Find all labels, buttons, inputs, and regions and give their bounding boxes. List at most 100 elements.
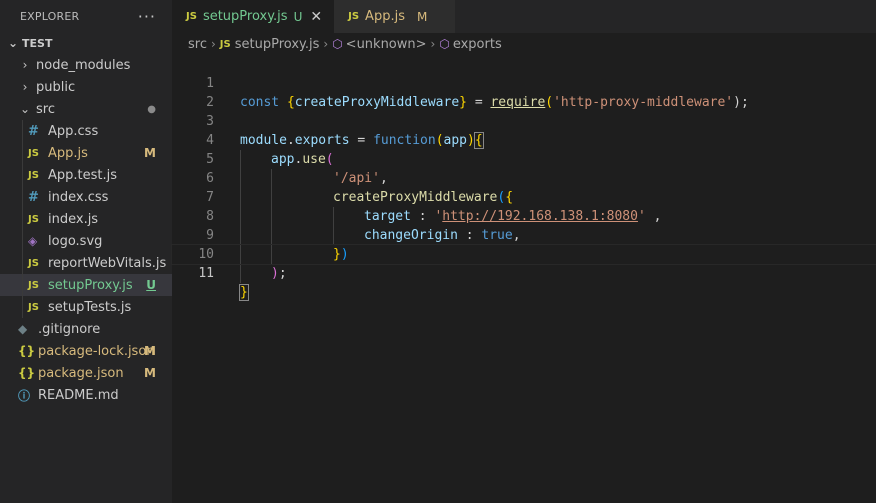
workspace-folder-test[interactable]: ⌄ TEST (0, 32, 172, 54)
tree-item-label: public (36, 79, 76, 95)
more-actions-icon[interactable]: ··· (138, 7, 156, 26)
tab-label: App.js (365, 9, 405, 24)
js-file-icon: JS (28, 169, 39, 181)
code-line: 5 '/api', (172, 131, 876, 188)
js-file-icon: JS (28, 213, 39, 225)
breadcrumb-symbol-exports[interactable]: exports (453, 37, 502, 52)
tree-item[interactable]: JS setupProxy.js U (0, 274, 172, 296)
indent-guide (22, 274, 23, 296)
tree-item-label: App.test.js (48, 167, 118, 183)
code-line: 9 }) (172, 207, 876, 264)
untracked-badge: U (146, 278, 156, 292)
symbol-cube-icon: ⬡ (439, 37, 450, 51)
chevron-right-icon: › (323, 37, 329, 51)
tree-item[interactable]: {} package.json M (0, 362, 172, 384)
indent-guide (22, 230, 23, 252)
code-token: ) (271, 266, 279, 281)
code-editor[interactable]: 1 const {createProxyMiddleware} = requir… (171, 55, 876, 301)
js-file-icon: JS (28, 257, 39, 269)
chevron-right-icon: › (22, 58, 28, 72)
tree-item-label: reportWebVitals.js (48, 255, 167, 271)
tree-item-label: README.md (38, 387, 119, 403)
breadcrumb: src › JS setupProxy.js › ⬡ <unknown> › ⬡… (172, 33, 876, 55)
code-line: 10 ); (172, 226, 876, 283)
explorer-sidebar: EXPLORER ··· ⌄ TEST › node_modules › public… (0, 0, 172, 503)
js-file-icon: JS (28, 147, 39, 159)
tab-setupproxy[interactable]: JS setupProxy.js U ✕ (172, 0, 335, 33)
code-line: 8 changeOrigin : true, (172, 188, 876, 245)
js-file-icon: JS (348, 11, 360, 22)
code-line: 7 target : 'http://192.168.138.1:8080' , (172, 169, 876, 226)
tree-item[interactable]: JS App.js M (0, 142, 172, 164)
tree-item[interactable]: # index.css (0, 186, 172, 208)
indent-guide (22, 208, 23, 230)
untracked-badge: U (293, 9, 303, 24)
chevron-down-icon: ⌄ (7, 36, 19, 50)
tab-appjs[interactable]: JS App.js M (334, 0, 456, 33)
breadcrumb-symbol-unknown[interactable]: <unknown> (346, 37, 427, 52)
chevron-right-icon: › (22, 80, 28, 94)
tree-item[interactable]: JS index.js (0, 208, 172, 230)
tree-item[interactable]: JS App.test.js (0, 164, 172, 186)
code-line: 4 app.use( (172, 112, 876, 169)
indent-guide (22, 164, 23, 186)
tab-bar: JS setupProxy.js U ✕ JS App.js M (172, 0, 876, 33)
json-file-icon: {} (18, 366, 36, 380)
tree-item[interactable]: # App.css (0, 120, 172, 142)
tree-item-label: App.css (48, 123, 99, 139)
tree-item[interactable]: {} package-lock.json M (0, 340, 172, 362)
tree-item[interactable]: › public (0, 76, 172, 98)
tree-item[interactable]: ◈ logo.svg (0, 230, 172, 252)
code-line: 2 (172, 74, 876, 110)
breadcrumb-file[interactable]: setupProxy.js (235, 37, 320, 52)
info-icon: ⓘ (18, 388, 31, 403)
indent-guide (22, 252, 23, 274)
code-token: } (239, 284, 249, 301)
code-token: ; (278, 266, 287, 281)
code-line: 6 createProxyMiddleware({ (172, 150, 876, 207)
code-line: 1 const {createProxyMiddleware} = requir… (172, 55, 876, 110)
js-file-icon: JS (28, 279, 39, 291)
modified-badge: M (144, 146, 156, 160)
workspace-folder-label: TEST (22, 36, 53, 50)
editor-area: JS setupProxy.js U ✕ JS App.js M src › J… (171, 0, 876, 503)
js-file-icon: JS (219, 38, 231, 50)
indent-guide (22, 186, 23, 208)
symbol-cube-icon: ⬡ (332, 37, 343, 51)
tree-item-label: logo.svg (48, 233, 103, 249)
tree-item[interactable]: ⌄ src ● (0, 98, 172, 120)
code-line-current: 11 } (171, 244, 876, 301)
indent-guide (22, 120, 23, 142)
tree-item[interactable]: JS reportWebVitals.js (0, 252, 172, 274)
tab-label: setupProxy.js (202, 9, 288, 24)
json-file-icon: {} (18, 344, 36, 358)
modified-badge: M (144, 366, 156, 380)
tree-item-label: index.css (48, 189, 109, 205)
svg-file-icon: ◈ (28, 234, 38, 248)
tree-item[interactable]: ◆ .gitignore (0, 318, 172, 340)
changes-dot-badge: ● (147, 103, 156, 115)
tree-item-label: src (36, 101, 55, 117)
tree-item[interactable]: › node_modules (0, 54, 172, 76)
tree-item-label: .gitignore (38, 321, 101, 337)
close-icon[interactable]: ✕ (310, 9, 322, 25)
js-file-icon: JS (28, 301, 39, 313)
git-file-icon: ◆ (18, 322, 28, 336)
tree-item-label: setupProxy.js (48, 277, 133, 293)
indent-guide (22, 142, 23, 164)
file-tree: › node_modules › public ⌄ src ● # App.css JS App.j… (0, 54, 172, 406)
tree-item-label: package.json (38, 365, 124, 381)
css-file-icon: # (28, 189, 39, 205)
css-file-icon: # (28, 123, 39, 139)
chevron-right-icon: › (430, 37, 436, 51)
modified-badge: M (416, 9, 428, 24)
breadcrumb-folder[interactable]: src (188, 37, 207, 52)
modified-badge: M (144, 344, 156, 358)
chevron-down-icon: ⌄ (19, 102, 31, 116)
tree-item[interactable]: ⓘ README.md (0, 384, 172, 406)
js-file-icon: JS (186, 11, 197, 22)
tree-item-label: setupTests.js (48, 299, 132, 315)
tree-item[interactable]: JS setupTests.js (0, 296, 172, 318)
chevron-right-icon: › (210, 37, 216, 51)
tree-item-label: index.js (48, 211, 99, 227)
